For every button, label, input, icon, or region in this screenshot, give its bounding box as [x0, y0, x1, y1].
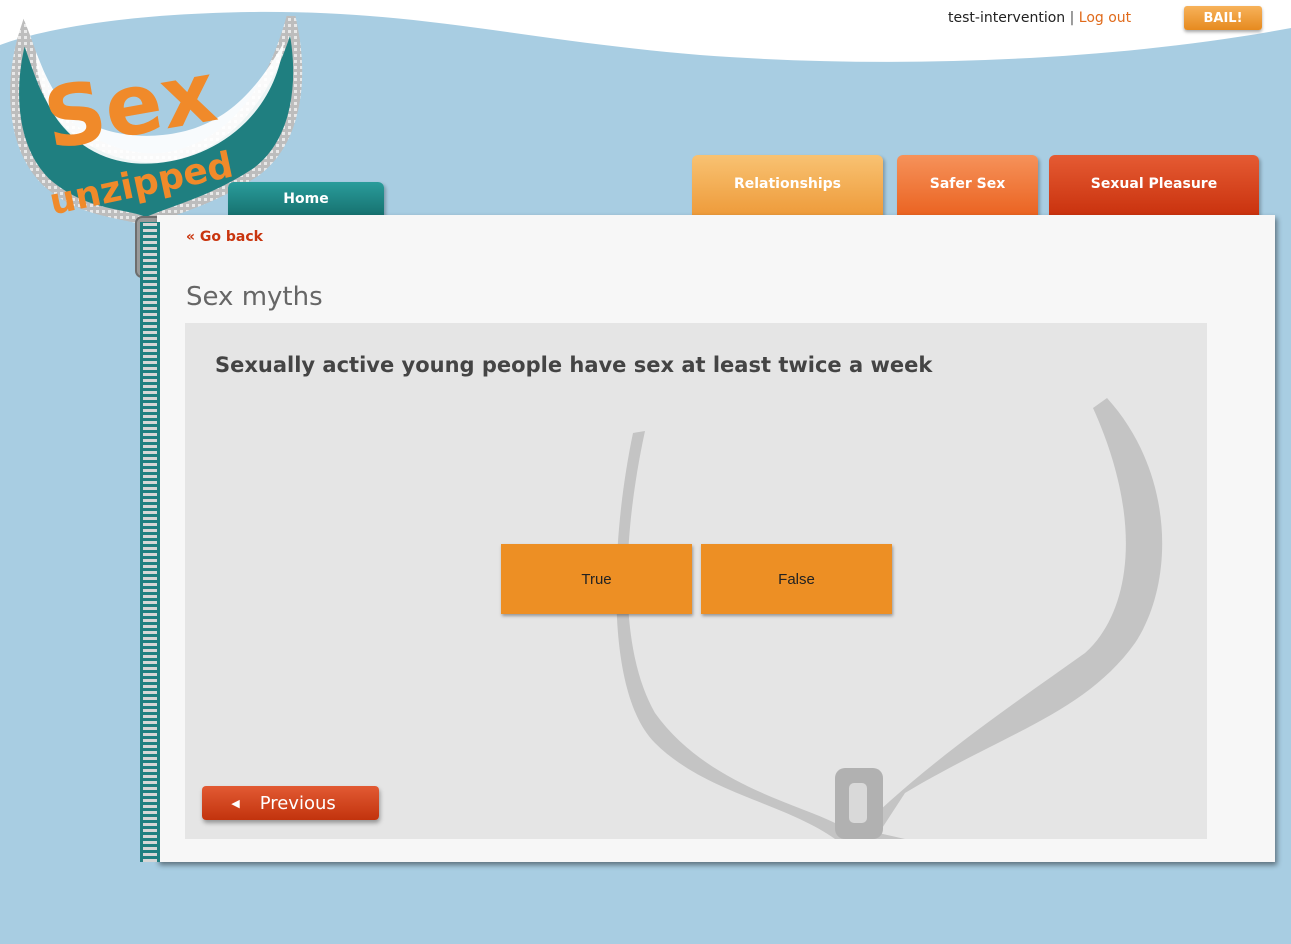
bail-button[interactable]: BAIL!	[1184, 6, 1262, 30]
page-title: Sex myths	[186, 282, 323, 312]
open-zipper-illustration	[616, 398, 1163, 839]
tab-sexual-pleasure[interactable]: Sexual Pleasure	[1049, 155, 1259, 217]
tab-home[interactable]: Home	[228, 182, 384, 216]
tab-safer-sex-label: Safer Sex	[929, 176, 1006, 192]
tab-home-label: Home	[283, 191, 329, 207]
tab-sexual-pleasure-label: Sexual Pleasure	[1090, 176, 1218, 192]
quiz-card: Sexually active young people have sex at…	[185, 323, 1207, 839]
previous-button[interactable]: ◀ Previous	[202, 786, 379, 820]
quiz-question: Sexually active young people have sex at…	[215, 353, 933, 377]
triangle-left-icon: ◀	[231, 796, 240, 810]
separator: |	[1069, 10, 1075, 26]
tab-relationships-label: Relationships	[733, 176, 842, 192]
username: test-intervention	[948, 10, 1066, 26]
zipper-strip-decoration	[140, 222, 160, 862]
user-bar: test-intervention | Log out	[948, 10, 1131, 26]
logout-link[interactable]: Log out	[1079, 10, 1131, 26]
go-back-link[interactable]: « Go back	[186, 229, 263, 245]
answer-true-button[interactable]: True	[501, 544, 692, 614]
answer-false-button[interactable]: False	[701, 544, 892, 614]
tab-relationships[interactable]: Relationships	[692, 155, 883, 217]
tab-safer-sex[interactable]: Safer Sex	[897, 155, 1038, 217]
previous-label: Previous	[259, 792, 336, 814]
